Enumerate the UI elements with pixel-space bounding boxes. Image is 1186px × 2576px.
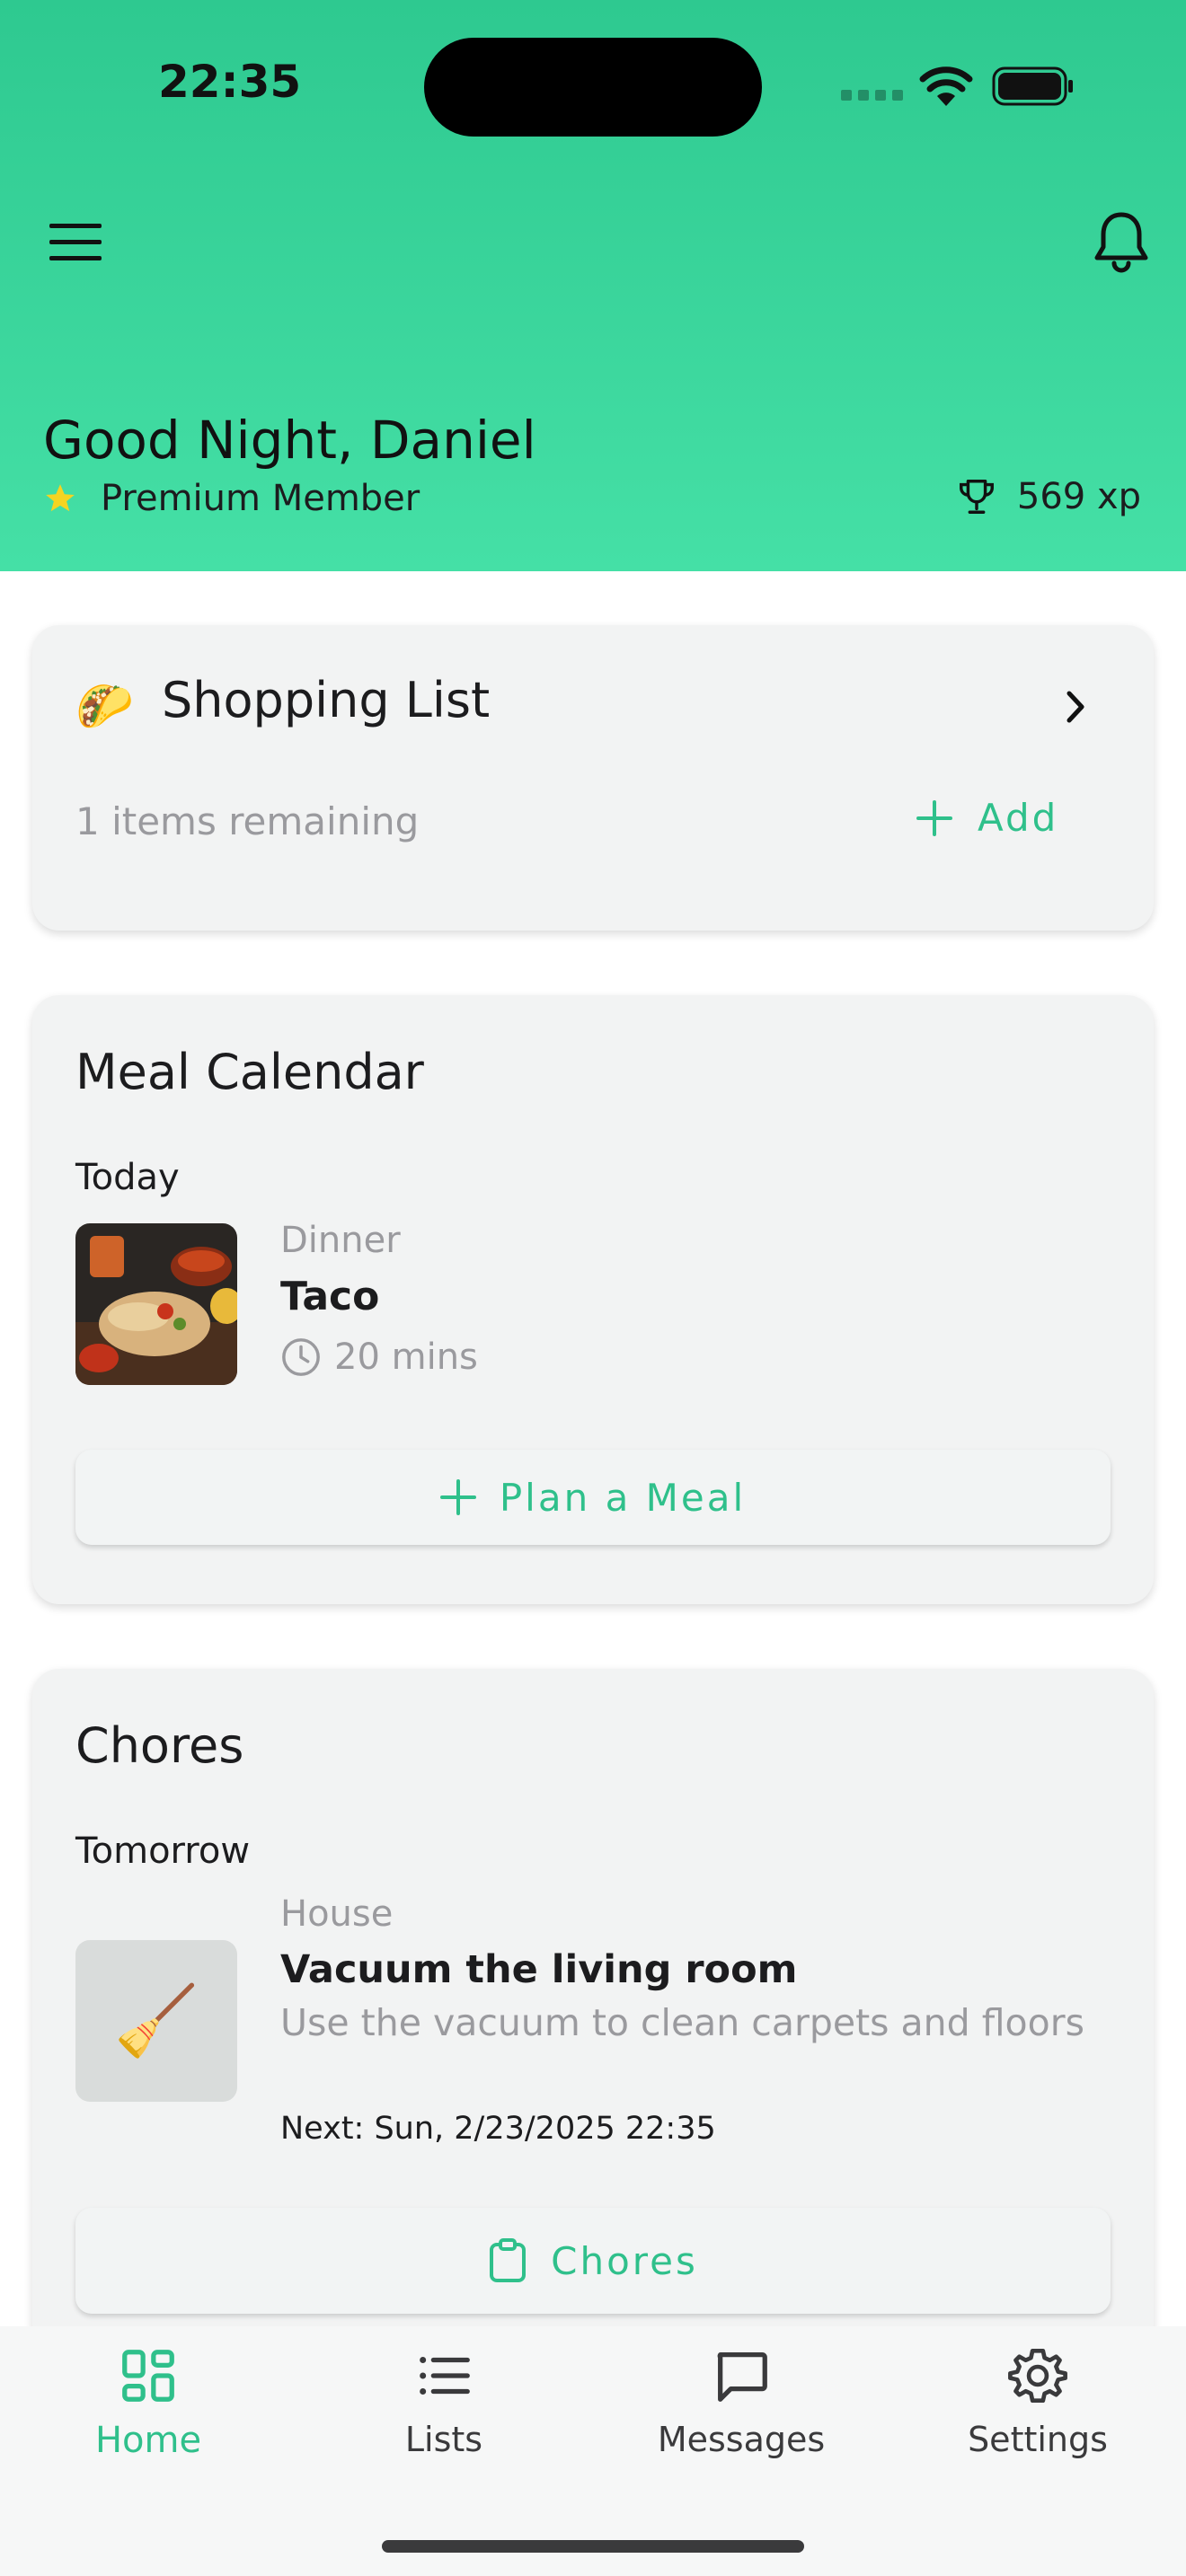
chores-title: Chores [75,1717,244,1774]
grid-icon [122,2350,174,2402]
chevron-right-icon[interactable] [1062,686,1089,728]
taco-icon: 🌮 [75,680,134,734]
xp-value: 569 xp [1016,476,1141,517]
chore-name[interactable]: Vacuum the living room [280,1947,797,1992]
meal-day-label: Today [75,1157,180,1198]
nav-lists-label: Lists [404,2420,483,2459]
nav-home[interactable]: Home [40,2344,256,2461]
notifications-button[interactable] [1084,205,1159,280]
bell-icon [1094,212,1148,273]
meal-image[interactable] [75,1223,237,1385]
chores-button-label: Chores [551,2238,698,2283]
membership: Premium Member [43,478,420,519]
broom-icon: 🧹 [75,1940,237,2102]
shopping-list-title: Shopping List [162,672,491,728]
meal-duration-value: 20 mins [334,1337,478,1378]
clock-icon [282,1338,320,1376]
dynamic-island [424,38,762,137]
trophy-icon [959,480,994,514]
chores-button[interactable]: Chores [75,2208,1111,2314]
items-remaining: 1 items remaining [75,799,420,843]
chores-card: Chores Tomorrow 🧹 House Vacuum the livin… [32,1669,1154,2351]
menu-button[interactable] [38,205,113,280]
star-icon [46,484,75,512]
meal-name[interactable]: Taco [280,1274,379,1319]
chat-bubble-icon [717,2352,767,2402]
add-item-button[interactable]: Add [916,796,1058,840]
membership-label: Premium Member [101,478,420,519]
plus-icon [916,799,952,836]
plan-meal-label: Plan a Meal [499,1475,747,1520]
wifi-icon [919,66,973,106]
status-time: 22:35 [158,56,302,108]
chore-description: Use the vacuum to clean carpets and floo… [280,2001,1084,2044]
cellular-signal-icon [841,90,904,102]
chore-day-label: Tomorrow [75,1831,251,1872]
taco-dish-image [75,1223,237,1385]
battery-icon [992,66,1073,106]
nav-settings-label: Settings [968,2420,1108,2459]
chore-category: House [280,1893,394,1935]
plus-icon [439,1479,476,1515]
add-label: Add [978,796,1059,840]
plan-meal-button[interactable]: Plan a Meal [75,1450,1111,1545]
greeting: Good Night, Daniel [43,410,536,471]
meal-duration: 20 mins [280,1337,478,1378]
meal-calendar-title: Meal Calendar [75,1044,424,1100]
nav-lists[interactable]: Lists [336,2344,552,2459]
chore-next-date: Next: Sun, 2/23/2025 22:35 [280,2111,716,2147]
nav-settings[interactable]: Settings [930,2344,1146,2459]
gear-icon [1008,2348,1067,2404]
list-icon [420,2357,470,2395]
meal-type: Dinner [280,1220,401,1261]
clipboard-icon [490,2238,527,2282]
shopping-list-card[interactable]: 🌮 Shopping List 1 items remaining Add [32,625,1154,931]
nav-home-label: Home [94,2420,202,2461]
home-indicator[interactable] [382,2540,804,2553]
xp-display: 569 xp [956,476,1141,517]
nav-messages[interactable]: Messages [633,2344,849,2459]
nav-messages-label: Messages [657,2420,826,2459]
meal-calendar-card: Meal Calendar Today Dinner Taco 20 mins … [32,995,1154,1604]
hamburger-menu-icon [49,224,102,260]
header: 22:35 Good Night, Daniel Premium Member [0,0,1186,571]
